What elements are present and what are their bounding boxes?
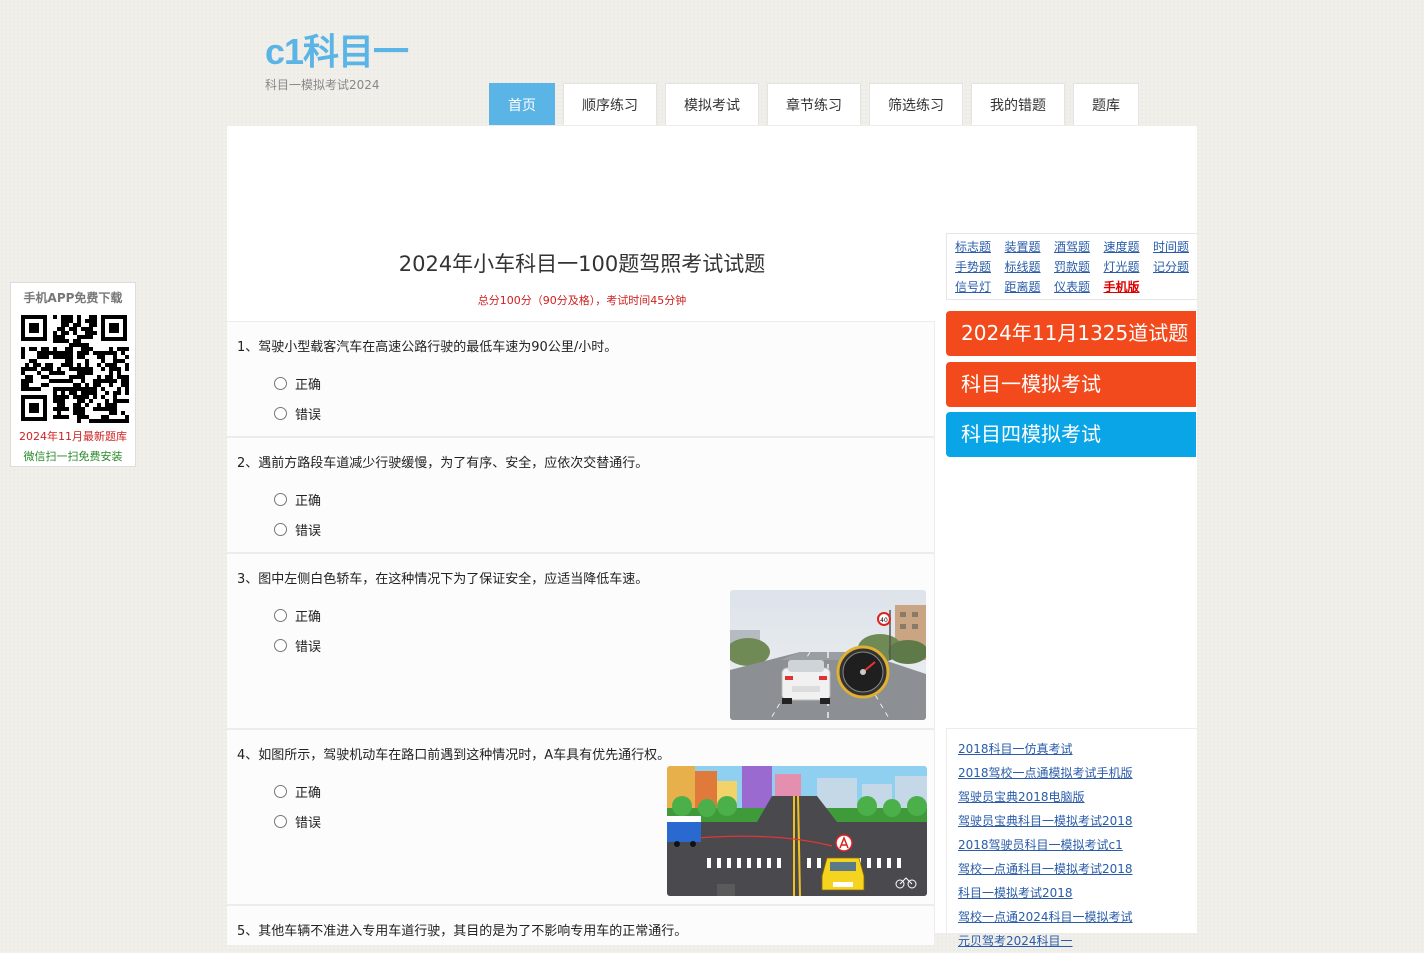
site-logo[interactable]: c1科目一 科目一模拟考试2024 — [265, 30, 409, 93]
question-text: 3、图中左侧白色轿车，在这种情况下为了保证安全，应适当降低车速。 — [237, 572, 649, 587]
option-correct[interactable]: 正确 — [274, 374, 321, 393]
category-link-marking[interactable]: 标线题 — [1005, 259, 1055, 275]
option-wrong[interactable]: 错误 — [274, 812, 321, 831]
exam-subtitle: 总分100分（90分及格），考试时间45分钟 — [477, 294, 687, 307]
category-link-device[interactable]: 装置题 — [1005, 239, 1055, 255]
app-download-line2: 微信扫一扫免费安装 — [23, 450, 123, 463]
radio-button[interactable] — [274, 609, 287, 622]
category-link-lights[interactable]: 灯光题 — [1104, 259, 1154, 275]
related-link[interactable]: 2018驾驶员科目一模拟考试c1 — [958, 833, 1133, 857]
nav-tab-chapter-practice[interactable]: 章节练习 — [767, 83, 861, 125]
category-link-mobile[interactable]: 手机版 — [1104, 279, 1154, 295]
nav-tab-filter-practice[interactable]: 筛选练习 — [869, 83, 963, 125]
banner-question-count[interactable]: 2024年11月1325道试题 — [946, 311, 1196, 356]
question-1: 1、驾驶小型载客汽车在高速公路行驶的最低车速为90公里/小时。 正确 错误 — [227, 321, 935, 437]
related-link[interactable]: 驾校一点通2024科目一模拟考试 — [958, 905, 1133, 929]
radio-button[interactable] — [274, 523, 287, 536]
category-link-drunk-driving[interactable]: 酒驾题 — [1054, 239, 1104, 255]
question-text: 4、如图所示，驾驶机动车在路口前遇到这种情况时，A车具有优先通行权。 — [237, 748, 671, 763]
option-wrong[interactable]: 错误 — [274, 520, 321, 539]
question-2: 2、遇前方路段车道减少行驶缓慢，为了有序、安全，应依次交替通行。 正确 错误 — [227, 437, 935, 553]
logo-subtitle: 科目一模拟考试2024 — [265, 78, 380, 92]
related-link[interactable]: 驾驶员宝典科目一模拟考试2018 — [958, 809, 1133, 833]
category-link-signal-light[interactable]: 信号灯 — [955, 279, 1005, 295]
exam-title: 2024年小车科目一100题驾照考试试题 — [398, 252, 766, 276]
question-3: 3、图中左侧白色轿车，在这种情况下为了保证安全，应适当降低车速。 正确 错误 4… — [227, 553, 935, 729]
question-image-intersection — [667, 766, 927, 896]
related-link[interactable]: 驾校一点通科目一模拟考试2018 — [958, 857, 1133, 881]
related-link[interactable]: 驾驶员宝典2018电脑版 — [958, 785, 1133, 809]
radio-button[interactable] — [274, 493, 287, 506]
logo-title: c1科目一 — [265, 31, 409, 72]
option-wrong[interactable]: 错误 — [274, 636, 321, 655]
category-grid: 标志题 装置题 酒驾题 速度题 时间题 手势题 标线题 罚款题 灯光题 记分题 … — [955, 239, 1203, 295]
nav-tab-my-mistakes[interactable]: 我的错题 — [971, 83, 1065, 125]
option-correct[interactable]: 正确 — [274, 782, 321, 801]
nav-tab-mock-exam[interactable]: 模拟考试 — [665, 83, 759, 125]
main-content: 2024年小车科目一100题驾照考试试题 总分100分（90分及格），考试时间4… — [227, 126, 1197, 948]
qr-code-icon — [19, 313, 129, 423]
option-label: 错误 — [295, 816, 322, 831]
category-links-box: 标志题 装置题 酒驾题 速度题 时间题 手势题 标线题 罚款题 灯光题 记分题 … — [946, 233, 1197, 300]
question-5: 5、其他车辆不准进入专用车道行驶，其目的是为了不影响专用车的正常通行。 — [227, 905, 935, 945]
radio-button[interactable] — [274, 377, 287, 390]
option-label: 错误 — [295, 408, 322, 423]
category-link-distance[interactable]: 距离题 — [1005, 279, 1055, 295]
option-label: 正确 — [295, 786, 322, 801]
banner-subject-one-mock[interactable]: 科目一模拟考试 — [946, 362, 1196, 407]
nav-tab-sequential-practice[interactable]: 顺序练习 — [563, 83, 657, 125]
category-link-points[interactable]: 记分题 — [1153, 259, 1203, 275]
related-link[interactable]: 2018科目一仿真考试 — [958, 737, 1133, 761]
category-link-sign[interactable]: 标志题 — [955, 239, 1005, 255]
nav-tab-question-bank[interactable]: 题库 — [1073, 83, 1139, 125]
main-nav: 首页 顺序练习 模拟考试 章节练习 筛选练习 我的错题 题库 — [489, 83, 1147, 126]
radio-button[interactable] — [274, 815, 287, 828]
option-correct[interactable]: 正确 — [274, 490, 321, 509]
question-4: 4、如图所示，驾驶机动车在路口前遇到这种情况时，A车具有优先通行权。 正确 错误 — [227, 729, 935, 905]
option-label: 正确 — [295, 610, 322, 625]
radio-button[interactable] — [274, 407, 287, 420]
question-text: 2、遇前方路段车道减少行驶缓慢，为了有序、安全，应依次交替通行。 — [237, 456, 649, 471]
related-links-list: 2018科目一仿真考试 2018驾校一点通模拟考试手机版 驾驶员宝典2018电脑… — [958, 737, 1133, 953]
banner-subject-four-mock[interactable]: 科目四模拟考试 — [946, 412, 1196, 457]
app-download-title: 手机APP免费下载 — [23, 291, 123, 305]
related-links-box: 2018科目一仿真考试 2018驾校一点通模拟考试手机版 驾驶员宝典2018电脑… — [946, 728, 1197, 948]
option-correct[interactable]: 正确 — [274, 606, 321, 625]
radio-button[interactable] — [274, 785, 287, 798]
speed-sign-text: 40 — [880, 617, 888, 624]
option-wrong[interactable]: 错误 — [274, 404, 321, 423]
related-link[interactable]: 2018驾校一点通模拟考试手机版 — [958, 761, 1133, 785]
category-link-fine[interactable]: 罚款题 — [1054, 259, 1104, 275]
category-link-time[interactable]: 时间题 — [1153, 239, 1203, 255]
question-image-road-car: 40 — [730, 590, 926, 720]
option-label: 错误 — [295, 524, 322, 539]
radio-button[interactable] — [274, 639, 287, 652]
related-link[interactable]: 科目一模拟考试2018 — [958, 881, 1133, 905]
app-download-line1: 2024年11月最新题库 — [19, 430, 127, 443]
category-link-gesture[interactable]: 手势题 — [955, 259, 1005, 275]
app-download-box: 手机APP免费下载 2024年11月最新题库 微信扫一扫免费安装 — [10, 282, 136, 467]
option-label: 错误 — [295, 640, 322, 655]
question-text: 5、其他车辆不准进入专用车道行驶，其目的是为了不影响专用车的正常通行。 — [237, 924, 688, 939]
category-link-speed[interactable]: 速度题 — [1104, 239, 1154, 255]
option-label: 正确 — [295, 378, 322, 393]
category-link-instrument[interactable]: 仪表题 — [1054, 279, 1104, 295]
question-text: 1、驾驶小型载客汽车在高速公路行驶的最低车速为90公里/小时。 — [237, 340, 618, 355]
nav-tab-home[interactable]: 首页 — [489, 83, 555, 125]
option-label: 正确 — [295, 494, 322, 509]
